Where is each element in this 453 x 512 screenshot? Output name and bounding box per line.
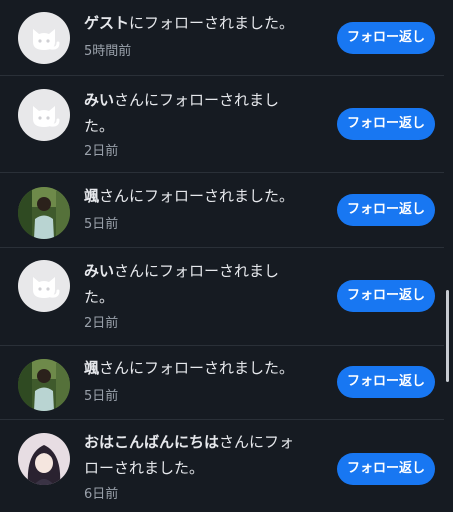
notification-message: ゲストにフォローされました。 [84, 10, 299, 36]
notification-row[interactable]: 颯さんにフォローされました。 5日前 フォロー返し [0, 346, 444, 420]
notification-message: みいさんにフォローされました。 [84, 87, 299, 139]
follow-back-button[interactable]: フォロー返し [337, 194, 435, 226]
default-cat-avatar[interactable] [18, 12, 70, 64]
notification-row[interactable]: おはこんばんにちはさんにフォローされました。 6日前 フォロー返し [0, 420, 444, 512]
scrollbar-thumb[interactable] [446, 290, 449, 382]
message-suffix: さんにフォローされました。 [84, 91, 280, 135]
user-name[interactable]: おはこんばんにちは [84, 433, 219, 451]
notification-row[interactable]: みいさんにフォローされました。 2日前 フォロー返し [0, 76, 444, 173]
message-suffix: にフォローされました。 [129, 14, 295, 32]
timestamp: 5日前 [84, 217, 119, 232]
default-cat-avatar[interactable] [18, 260, 70, 312]
follow-back-button[interactable]: フォロー返し [337, 366, 435, 398]
notification-message: みいさんにフォローされました。 [84, 258, 299, 310]
photo-avatar-person-outdoors[interactable] [18, 187, 70, 239]
timestamp: 5時間前 [84, 44, 132, 59]
timestamp: 2日前 [84, 144, 119, 159]
photo-avatar-person-outdoors[interactable] [18, 359, 70, 411]
follow-back-button[interactable]: フォロー返し [337, 280, 435, 312]
user-name[interactable]: みい [84, 262, 114, 280]
user-name[interactable]: みい [84, 91, 114, 109]
notification-message: 颯さんにフォローされました。 [84, 355, 299, 381]
follow-back-button[interactable]: フォロー返し [337, 22, 435, 54]
user-name[interactable]: 颯 [84, 187, 99, 205]
timestamp: 2日前 [84, 316, 119, 331]
notification-row[interactable]: 颯さんにフォローされました。 5日前 フォロー返し [0, 173, 444, 248]
default-cat-avatar[interactable] [18, 89, 70, 141]
follow-back-button[interactable]: フォロー返し [337, 453, 435, 485]
user-name[interactable]: 颯 [84, 359, 99, 377]
timestamp: 5日前 [84, 389, 119, 404]
message-suffix: さんにフォローされました。 [84, 262, 280, 306]
notification-row[interactable]: みいさんにフォローされました。 2日前 フォロー返し [0, 248, 444, 346]
message-suffix: さんにフォローされました。 [99, 359, 295, 377]
notification-message: おはこんばんにちはさんにフォローされました。 [84, 429, 299, 481]
message-suffix: さんにフォローされました。 [99, 187, 295, 205]
timestamp: 6日前 [84, 487, 119, 502]
follow-notification-list: ゲストにフォローされました。 5時間前 フォロー返し みいさんにフォローされまし… [0, 0, 444, 512]
anime-girl-avatar[interactable] [18, 433, 70, 485]
notification-message: 颯さんにフォローされました。 [84, 183, 299, 209]
notification-row[interactable]: ゲストにフォローされました。 5時間前 フォロー返し [0, 0, 444, 76]
user-name[interactable]: ゲスト [84, 14, 129, 32]
follow-back-button[interactable]: フォロー返し [337, 108, 435, 140]
